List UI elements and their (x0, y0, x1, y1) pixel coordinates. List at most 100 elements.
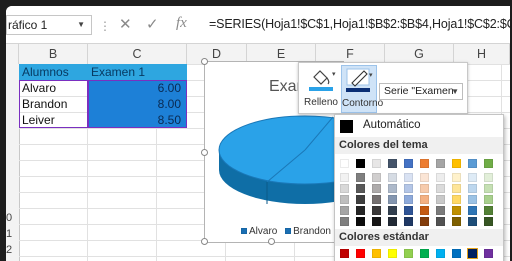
fill-button[interactable]: ▾ Relleno (303, 65, 339, 113)
resize-handle[interactable] (268, 238, 275, 245)
theme-color-swatch[interactable] (388, 159, 397, 168)
theme-color-shade-swatch[interactable] (420, 195, 429, 204)
theme-color-shade-swatch[interactable] (404, 195, 413, 204)
enter-icon[interactable]: ✓ (146, 15, 159, 33)
theme-color-shade-swatch[interactable] (340, 173, 349, 182)
theme-color-shade-swatch[interactable] (388, 195, 397, 204)
theme-color-shade-swatch[interactable] (388, 173, 397, 182)
formula-input[interactable]: =SERIES(Hoja1!$C$1,Hoja1!$B$2:$B$4,Hoja1… (209, 17, 510, 31)
standard-color-swatch[interactable] (404, 249, 413, 258)
standard-color-swatch[interactable] (372, 249, 381, 258)
theme-color-shade-swatch[interactable] (388, 217, 397, 226)
table-cell-value[interactable]: 8.50 (88, 112, 187, 128)
column-header-c[interactable]: C (88, 44, 187, 64)
column-header-h[interactable]: H (454, 44, 510, 64)
theme-color-shade-swatch[interactable] (436, 217, 445, 226)
column-header-b[interactable]: B (19, 44, 88, 64)
table-cell-value[interactable]: 6.00 (88, 80, 187, 96)
theme-color-shade-swatch[interactable] (420, 206, 429, 215)
theme-color-shade-swatch[interactable] (372, 217, 381, 226)
theme-color-swatch[interactable] (452, 159, 461, 168)
theme-color-shade-swatch[interactable] (388, 184, 397, 193)
row-number[interactable]: 2 (6, 244, 19, 256)
theme-color-shade-swatch[interactable] (356, 206, 365, 215)
theme-color-swatch[interactable] (372, 159, 381, 168)
theme-color-shade-swatch[interactable] (436, 184, 445, 193)
select-all-corner[interactable] (6, 44, 19, 64)
theme-color-shade-swatch[interactable] (404, 217, 413, 226)
theme-color-shade-swatch[interactable] (452, 217, 461, 226)
theme-color-shade-swatch[interactable] (340, 217, 349, 226)
theme-color-shade-swatch[interactable] (372, 206, 381, 215)
theme-color-shade-swatch[interactable] (468, 206, 477, 215)
theme-color-shade-swatch[interactable] (452, 184, 461, 193)
theme-color-swatch[interactable] (484, 159, 493, 168)
theme-color-shade-swatch[interactable] (372, 173, 381, 182)
theme-color-shade-swatch[interactable] (468, 217, 477, 226)
theme-color-shade-swatch[interactable] (436, 206, 445, 215)
theme-color-shade-swatch[interactable] (484, 195, 493, 204)
theme-color-shade-swatch[interactable] (372, 184, 381, 193)
theme-color-shade-swatch[interactable] (404, 184, 413, 193)
theme-color-shade-swatch[interactable] (452, 173, 461, 182)
theme-color-swatch[interactable] (356, 159, 365, 168)
theme-color-shade-swatch[interactable] (356, 184, 365, 193)
automatic-color-option[interactable]: Automático (335, 115, 503, 137)
theme-color-shade-swatch[interactable] (404, 206, 413, 215)
theme-color-shade-swatch[interactable] (356, 217, 365, 226)
standard-color-swatch[interactable] (484, 249, 493, 258)
theme-color-swatch[interactable] (404, 159, 413, 168)
row-number[interactable]: 1 (6, 228, 19, 240)
table-cell-name[interactable]: Alvaro (19, 80, 88, 96)
theme-color-shade-swatch[interactable] (388, 206, 397, 215)
cancel-icon[interactable]: ✕ (119, 15, 132, 33)
theme-color-shade-swatch[interactable] (484, 184, 493, 193)
theme-color-shade-swatch[interactable] (340, 184, 349, 193)
theme-color-shade-swatch[interactable] (468, 195, 477, 204)
table-cell-name[interactable]: Leiver (19, 112, 88, 128)
theme-color-swatch[interactable] (340, 159, 349, 168)
table-cell-name[interactable]: Brandon (19, 96, 88, 112)
outline-button[interactable]: ▾ Contorno (341, 65, 383, 113)
theme-color-shade-swatch[interactable] (404, 173, 413, 182)
resize-handle[interactable] (201, 58, 208, 65)
name-box[interactable]: ráfico 1 ▼ (6, 15, 92, 35)
series-selector[interactable]: Serie "Examen ▼ (379, 83, 463, 100)
theme-color-shade-swatch[interactable] (436, 173, 445, 182)
theme-color-shade-swatch[interactable] (468, 173, 477, 182)
table-header-examen[interactable]: Examen 1 (88, 64, 187, 80)
theme-color-swatch[interactable] (468, 159, 477, 168)
chart-legend[interactable]: Alvaro Brandon (241, 226, 331, 237)
table-cell-value[interactable]: 8.00 (88, 96, 187, 112)
theme-color-shade-swatch[interactable] (340, 195, 349, 204)
theme-color-swatch[interactable] (436, 159, 445, 168)
insert-function-icon[interactable]: fx (176, 15, 187, 32)
standard-color-swatch[interactable] (340, 249, 349, 258)
theme-color-shade-swatch[interactable] (420, 173, 429, 182)
standard-color-swatch[interactable] (420, 249, 429, 258)
theme-color-shade-swatch[interactable] (420, 184, 429, 193)
standard-color-swatch[interactable] (436, 249, 445, 258)
theme-color-shade-swatch[interactable] (484, 217, 493, 226)
theme-color-shade-swatch[interactable] (452, 206, 461, 215)
standard-color-swatch[interactable] (356, 249, 365, 258)
theme-color-shade-swatch[interactable] (372, 195, 381, 204)
theme-color-shade-swatch[interactable] (468, 184, 477, 193)
standard-color-swatch[interactable] (388, 249, 397, 258)
theme-color-shade-swatch[interactable] (452, 195, 461, 204)
standard-color-swatch[interactable] (452, 249, 461, 258)
standard-color-swatch[interactable] (467, 248, 478, 259)
row-number[interactable]: 0 (6, 212, 19, 224)
theme-color-shade-swatch[interactable] (356, 195, 365, 204)
theme-color-swatch[interactable] (420, 159, 429, 168)
theme-color-shade-swatch[interactable] (436, 195, 445, 204)
resize-handle[interactable] (201, 149, 208, 156)
theme-color-shade-swatch[interactable] (420, 217, 429, 226)
table-header-alumnos[interactable]: Alumnos (19, 64, 88, 80)
column-header-g[interactable]: G (385, 44, 454, 64)
theme-color-shade-swatch[interactable] (484, 206, 493, 215)
chevron-down-icon[interactable]: ▼ (77, 16, 85, 34)
theme-color-shade-swatch[interactable] (484, 173, 493, 182)
resize-handle[interactable] (201, 238, 208, 245)
theme-color-shade-swatch[interactable] (340, 206, 349, 215)
